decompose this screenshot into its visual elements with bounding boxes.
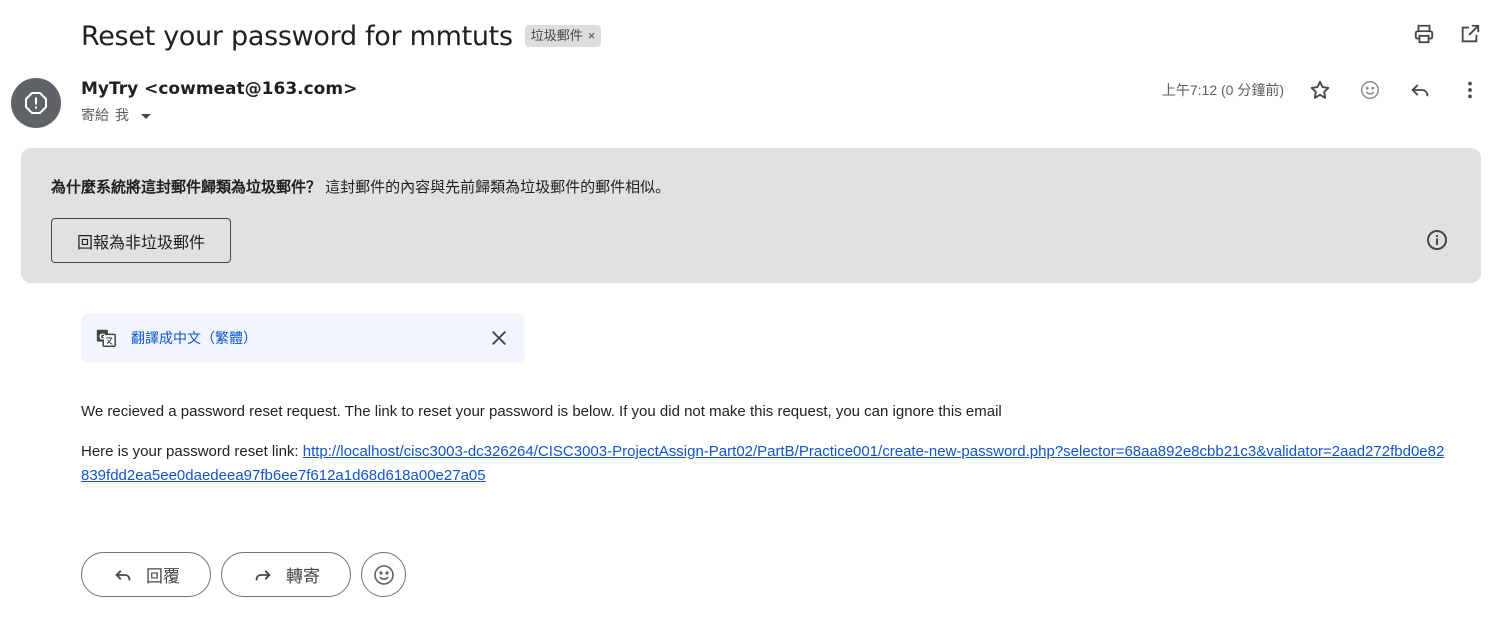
recipient-prefix: 寄給 (81, 107, 109, 123)
forward-icon (255, 569, 271, 580)
print-icon[interactable] (1412, 22, 1436, 46)
sender-block: MyTry <cowmeat@163.com> 寄給 我 (81, 79, 357, 125)
subject-row: Reset your password for mmtuts 垃圾郵件 × (81, 18, 602, 54)
spam-warning-banner: 為什麼系統將這封郵件歸類為垃圾郵件？ 這封郵件的內容與先前歸類為垃圾郵件的郵件相… (21, 148, 1481, 283)
spam-alert-icon (25, 92, 47, 114)
remove-label-button[interactable]: × (588, 25, 596, 47)
svg-text:G: G (99, 331, 106, 341)
email-subject: Reset your password for mmtuts (81, 20, 513, 52)
more-vert-icon[interactable] (1458, 78, 1482, 102)
emoji-reaction-button[interactable] (361, 552, 406, 597)
spam-explanation: 為什麼系統將這封郵件歸類為垃圾郵件？ 這封郵件的內容與先前歸類為垃圾郵件的郵件相… (51, 176, 670, 197)
email-body: We recieved a password reset request. Th… (81, 403, 1451, 512)
recipient-name: 我 (115, 107, 129, 123)
link-prefix: Here is your password reset link: (81, 443, 303, 460)
forward-button[interactable]: 轉寄 (221, 552, 351, 597)
close-icon[interactable] (489, 328, 509, 348)
bottom-actions: 回覆 轉寄 (81, 552, 406, 597)
star-icon[interactable] (1308, 78, 1332, 102)
info-icon[interactable] (1425, 228, 1449, 252)
spam-question: 為什麼系統將這封郵件歸類為垃圾郵件？ (51, 179, 322, 196)
forward-label: 轉寄 (286, 567, 320, 587)
reply-button[interactable]: 回覆 (81, 552, 211, 597)
translate-link[interactable]: 翻譯成中文（繁體） (131, 328, 257, 348)
body-paragraph: We recieved a password reset request. Th… (81, 403, 1002, 420)
recipient-line: 寄給 我 (81, 105, 357, 125)
reset-link-paragraph: Here is your password reset link: http:/… (81, 440, 1451, 488)
spam-alert-avatar (11, 78, 61, 128)
message-meta: 上午7:12 (0 分鐘前) (1162, 78, 1482, 102)
emoji-icon (373, 564, 394, 585)
reply-label: 回覆 (146, 567, 180, 587)
open-in-new-window-icon[interactable] (1458, 22, 1482, 46)
report-not-spam-button[interactable]: 回報為非垃圾郵件 (51, 218, 231, 263)
emoji-icon[interactable] (1358, 78, 1382, 102)
spam-label-chip[interactable]: 垃圾郵件 × (524, 25, 602, 47)
timestamp: 上午7:12 (0 分鐘前) (1161, 82, 1284, 98)
reply-icon (115, 569, 131, 580)
sender-name[interactable]: MyTry <cowmeat@163.com> (81, 79, 357, 99)
reply-icon[interactable] (1408, 78, 1432, 102)
show-details-caret[interactable] (141, 113, 151, 119)
top-actions (1412, 22, 1482, 46)
translate-icon: G (96, 329, 116, 347)
translate-bar: G 翻譯成中文（繁體） (81, 313, 525, 363)
spam-label-text: 垃圾郵件 (530, 28, 583, 43)
spam-reason: 這封郵件的內容與先前歸類為垃圾郵件的郵件相似。 (321, 179, 671, 196)
